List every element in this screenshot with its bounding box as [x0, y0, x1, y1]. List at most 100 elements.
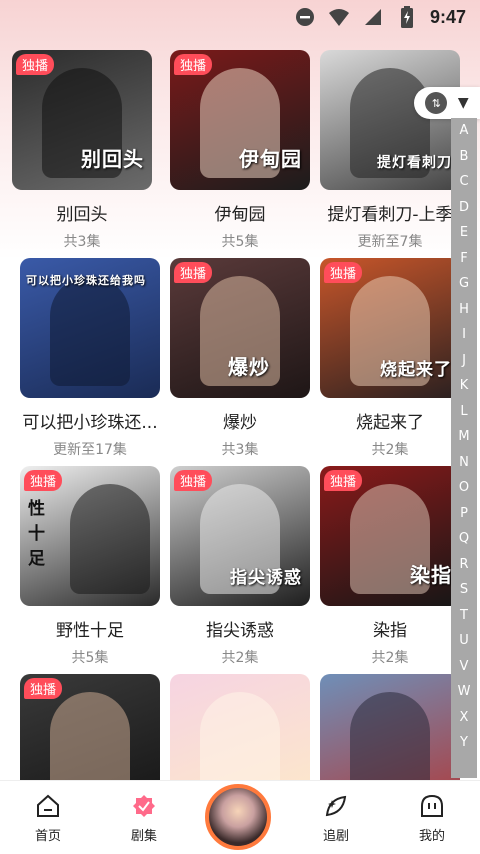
nav-label: 追剧	[322, 829, 349, 844]
alphabet-letter[interactable]: K	[460, 373, 469, 399]
drama-card[interactable]	[320, 674, 460, 780]
drama-title: 可以把小珍珠还...	[22, 413, 158, 433]
alphabet-letter[interactable]: C	[459, 169, 468, 195]
cover-title: 伊甸园	[239, 147, 302, 171]
episode-count: 共5集	[221, 234, 259, 250]
exclusive-badge: 独播	[24, 678, 63, 699]
drama-cover[interactable]: 独播 爆炒	[170, 258, 310, 398]
alphabet-letter[interactable]: H	[459, 297, 469, 323]
drama-cover[interactable]	[320, 674, 460, 780]
wifi-icon	[328, 6, 350, 28]
alphabet-letter[interactable]: U	[459, 628, 469, 654]
alphabet-letter[interactable]: A	[460, 118, 469, 144]
drama-cover[interactable]: 独播 指尖诱惑	[170, 466, 310, 606]
drama-title: 野性十足	[56, 621, 124, 641]
alphabet-letter[interactable]: J	[462, 348, 466, 374]
drama-cover[interactable]: 独播 烧起来了	[320, 258, 460, 398]
drama-card[interactable]: 独播 烧起来了 烧起来了 共2集	[320, 258, 460, 459]
cover-title: 可以把小珍珠还给我吗	[26, 274, 146, 287]
cover-title: 爆炒	[228, 355, 270, 379]
exclusive-badge: 独播	[324, 470, 363, 491]
alphabet-letter[interactable]: T	[460, 603, 468, 629]
alphabet-letter[interactable]: Y	[460, 730, 468, 756]
drama-card[interactable]: 独播 伊甸园 伊甸园 共5集	[170, 50, 310, 251]
alphabet-letter[interactable]: F	[460, 246, 467, 272]
cover-title: 别回头	[81, 147, 144, 171]
nav-profile[interactable]: 我的	[392, 793, 472, 844]
nav-label: 我的	[418, 829, 445, 844]
alphabet-index[interactable]: ABCDEFGHIJKLMNOPQRSTUVWXY	[451, 118, 477, 778]
episode-count: 共2集	[371, 442, 409, 458]
exclusive-badge: 独播	[174, 470, 213, 491]
drama-card[interactable]: 独播	[20, 674, 160, 780]
drama-card[interactable]: 独播 别回头 别回头 共3集	[12, 50, 152, 251]
drama-cover[interactable]: 独播 伊甸园	[170, 50, 310, 190]
drama-cover[interactable]	[170, 674, 310, 780]
alphabet-letter[interactable]: D	[459, 195, 469, 221]
drama-card[interactable]	[170, 674, 310, 780]
status-bar: 9:47	[0, 0, 480, 34]
cover-figure	[200, 692, 280, 780]
cover-figure	[70, 484, 150, 594]
cover-figure	[50, 692, 130, 780]
drama-card[interactable]: 独播 爆炒 爆炒 共3集	[170, 258, 310, 459]
exclusive-badge: 独播	[174, 262, 213, 283]
drama-cover[interactable]: 提灯看刺刀	[320, 50, 460, 190]
nav-label: 剧集	[130, 829, 157, 844]
exclusive-badge: 独播	[174, 54, 213, 75]
alphabet-letter[interactable]: Q	[459, 526, 469, 552]
drama-title: 伊甸园	[214, 205, 266, 225]
drama-title: 别回头	[56, 205, 108, 225]
battery-charging-icon	[396, 6, 418, 28]
chevron-down-icon[interactable]: ▼	[458, 95, 469, 111]
drama-grid: 独播 别回头 别回头 共3集 独播 伊甸园 伊甸园 共5集 提灯看刺刀 提灯看刺…	[12, 50, 468, 780]
alphabet-letter[interactable]: W	[458, 679, 471, 705]
alphabet-letter[interactable]: X	[460, 705, 469, 731]
episode-count: 共3集	[221, 442, 259, 458]
sort-toggle[interactable]: ⇅ ▼	[414, 87, 480, 119]
sort-az-icon[interactable]: ⇅	[425, 92, 448, 114]
drama-card[interactable]: 独播 性十足 野性十足 共5集	[20, 466, 160, 667]
drama-cover[interactable]: 独播 别回头	[12, 50, 152, 190]
alphabet-letter[interactable]: V	[460, 654, 469, 680]
alphabet-letter[interactable]: N	[459, 450, 469, 476]
profile-icon	[419, 793, 445, 819]
alphabet-letter[interactable]: L	[460, 399, 467, 425]
drama-title: 爆炒	[223, 413, 257, 433]
drama-cover[interactable]: 独播 染指	[320, 466, 460, 606]
drama-card[interactable]: 提灯看刺刀 提灯看刺刀-上季 更新至7集	[320, 50, 460, 251]
alphabet-letter[interactable]: G	[459, 271, 469, 297]
cover-title: 提灯看刺刀	[377, 155, 452, 171]
nav-follow[interactable]: 追剧	[296, 793, 376, 844]
nav-label: 首页	[34, 829, 61, 844]
cover-title: 性十足	[28, 499, 46, 569]
drama-title: 烧起来了	[356, 413, 424, 433]
episode-count: 共2集	[371, 650, 409, 666]
alphabet-letter[interactable]: R	[459, 552, 468, 578]
drama-cover[interactable]: 可以把小珍珠还给我吗	[20, 258, 160, 398]
cover-figure	[50, 276, 130, 386]
episodes-icon	[131, 793, 157, 819]
drama-card[interactable]: 独播 指尖诱惑 指尖诱惑 共2集	[170, 466, 310, 667]
nav-home[interactable]: 首页	[8, 793, 88, 844]
alphabet-letter[interactable]: S	[460, 577, 468, 603]
alphabet-letter[interactable]: B	[460, 144, 469, 170]
drama-card[interactable]: 可以把小珍珠还给我吗 可以把小珍珠还... 更新至17集	[20, 258, 160, 459]
alphabet-letter[interactable]: E	[460, 220, 468, 246]
drama-card[interactable]: 独播 染指 染指 共2集	[320, 466, 460, 667]
drama-cover[interactable]: 独播 性十足	[20, 466, 160, 606]
episode-count: 更新至17集	[53, 442, 127, 458]
drama-title: 指尖诱惑	[206, 621, 274, 641]
alphabet-letter[interactable]: P	[460, 501, 468, 527]
alphabet-letter[interactable]: M	[458, 424, 469, 450]
alphabet-letter[interactable]: O	[459, 475, 469, 501]
nav-episodes[interactable]: 剧集	[104, 793, 184, 844]
cover-title: 指尖诱惑	[230, 568, 302, 588]
alphabet-letter[interactable]: I	[462, 322, 466, 348]
cover-figure	[350, 692, 430, 780]
clock: 9:47	[429, 6, 466, 27]
center-avatar-button[interactable]	[205, 784, 271, 850]
cover-title: 烧起来了	[380, 360, 452, 380]
drama-cover[interactable]: 独播	[20, 674, 160, 780]
episode-count: 共5集	[71, 650, 109, 666]
